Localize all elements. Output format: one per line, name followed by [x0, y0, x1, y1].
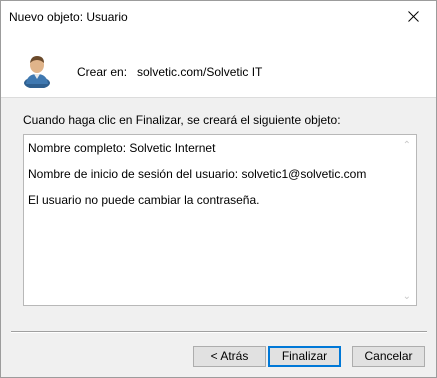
- dialog-header: Crear en: solvetic.com/Solvetic IT: [1, 32, 436, 97]
- create-in-label: Crear en:: [77, 65, 128, 79]
- summary-line-password: El usuario no puede cambiar la contraseñ…: [28, 193, 260, 207]
- user-icon: [24, 56, 50, 88]
- summary-line-fullname: Nombre completo: Solvetic Internet: [28, 141, 216, 155]
- instruction-text: Cuando haga clic en Finalizar, se creará…: [23, 113, 341, 127]
- title-bar: Nuevo objeto: Usuario: [1, 1, 436, 32]
- dialog-window: Nuevo objeto: Usuario Crear en: solvetic…: [0, 0, 437, 378]
- header-divider: [1, 97, 436, 98]
- footer-divider-highlight: [11, 332, 427, 333]
- back-button[interactable]: < Atrás: [193, 346, 266, 367]
- cancel-button[interactable]: Cancelar: [352, 346, 425, 367]
- summary-box[interactable]: Nombre completo: Solvetic Internet Nombr…: [23, 134, 417, 306]
- close-icon: [407, 11, 419, 22]
- finish-button[interactable]: Finalizar: [268, 346, 341, 367]
- window-title: Nuevo objeto: Usuario: [9, 10, 128, 24]
- summary-line-logon: Nombre de inicio de sesión del usuario: …: [28, 167, 367, 181]
- scroll-up-icon[interactable]: ⌃: [403, 140, 411, 151]
- scroll-down-icon[interactable]: ⌄: [403, 291, 411, 302]
- close-button[interactable]: [390, 1, 436, 32]
- create-in-path: solvetic.com/Solvetic IT: [137, 65, 263, 79]
